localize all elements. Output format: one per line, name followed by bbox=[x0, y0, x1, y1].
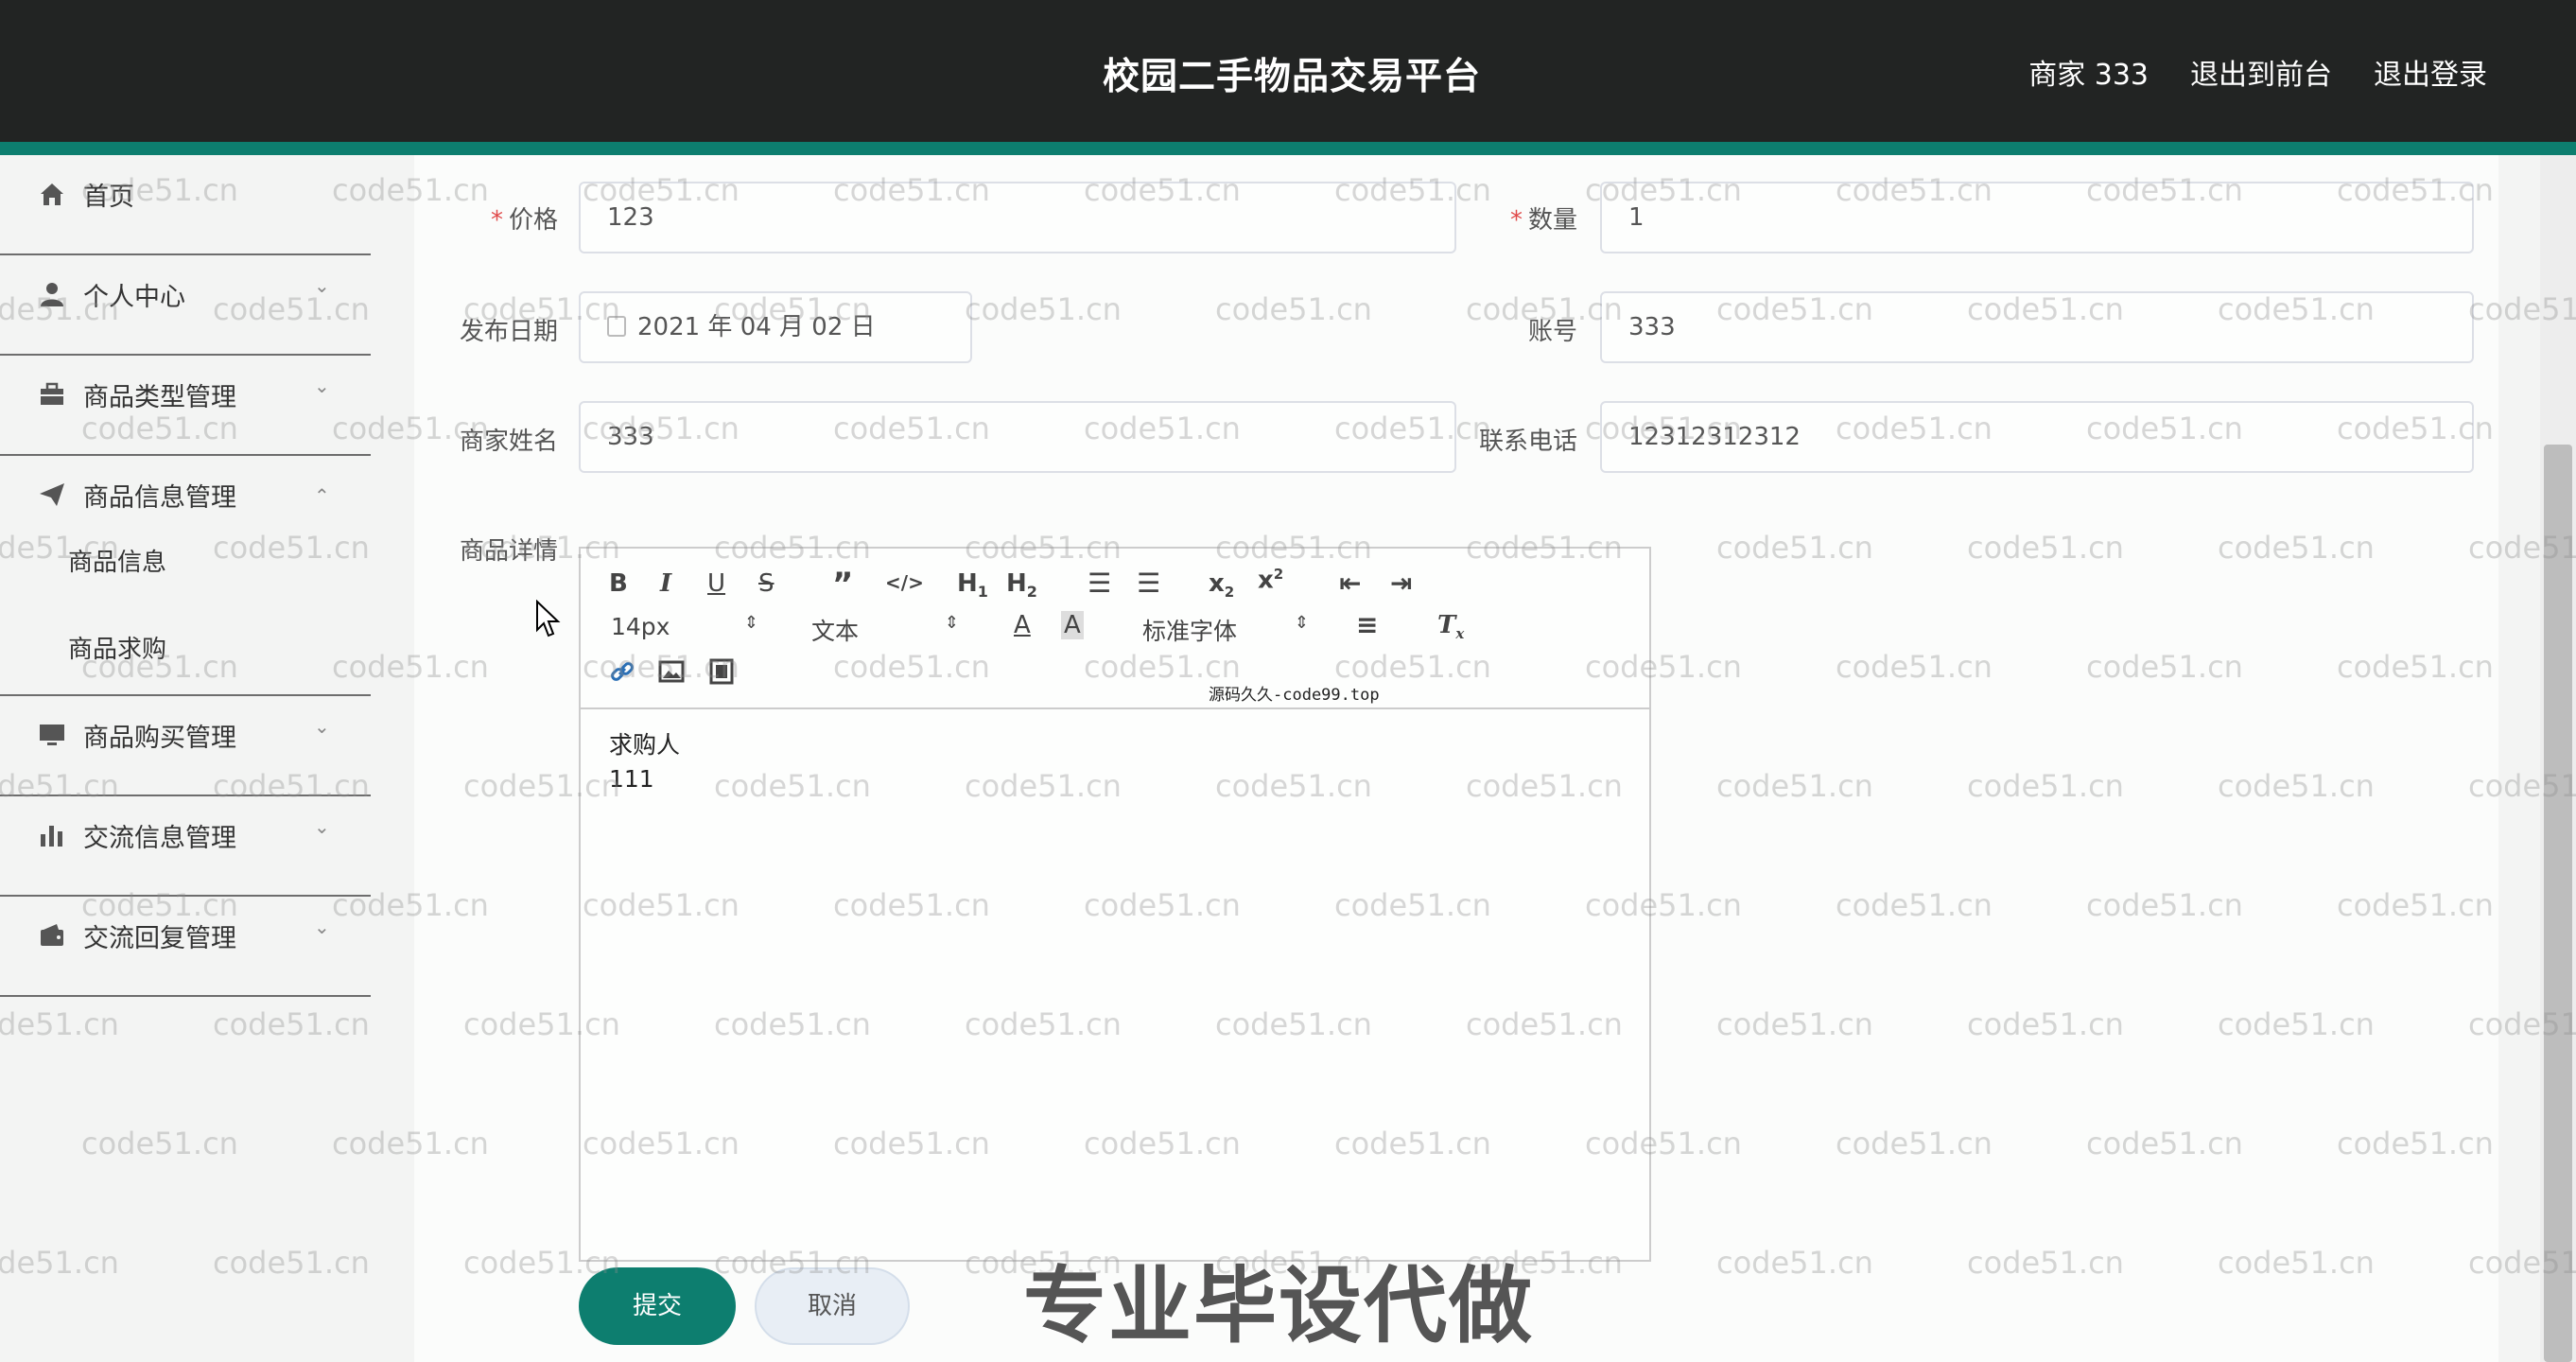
text-type-select[interactable]: 文本 ⇕ bbox=[811, 613, 959, 647]
select-arrow-icon: ⇕ bbox=[944, 613, 959, 633]
phone-label: 联系电话 bbox=[1478, 428, 1577, 456]
font-size-select[interactable]: 14px ⇕ bbox=[611, 613, 758, 640]
detail-label: 商品详情 bbox=[459, 537, 558, 566]
link-icon[interactable] bbox=[609, 658, 635, 685]
select-arrow-icon: ⇕ bbox=[743, 613, 758, 633]
font-family-select[interactable]: 标准字体 ⇕ bbox=[1142, 613, 1309, 647]
background-color-icon[interactable]: A bbox=[1061, 611, 1084, 639]
bar-chart-icon bbox=[41, 826, 62, 847]
account-input[interactable]: 333 bbox=[1600, 291, 2474, 363]
home-icon bbox=[41, 183, 63, 205]
rich-text-editor[interactable]: B I U S ” </> H1 H2 ☰ ☰ x2 x2 ⇤ ⇥ 14px ⇕ … bbox=[579, 547, 1651, 1262]
submit-button[interactable]: 提交 bbox=[579, 1267, 736, 1345]
align-icon[interactable]: ≡ bbox=[1356, 609, 1378, 640]
sidebar-item-label: 交流回复管理 bbox=[83, 924, 236, 953]
sidebar-item-label: 交流信息管理 bbox=[83, 824, 236, 853]
sidebar-item-product-info[interactable]: 商品信息管理 ⌃ 商品信息 商品求购 bbox=[0, 456, 371, 696]
chevron-down-icon: ⌄ bbox=[314, 274, 330, 297]
strikethrough-icon[interactable]: S bbox=[758, 569, 775, 598]
top-header: 校园二手物品交易平台 商家 333 退出到前台 退出登录 bbox=[0, 0, 2576, 142]
sidebar-item-personal-center[interactable]: 个人中心 ⌄ bbox=[0, 255, 371, 356]
video-icon[interactable] bbox=[709, 658, 734, 685]
sidebar-item-exchange-info[interactable]: 交流信息管理 ⌄ bbox=[0, 796, 371, 897]
subscript-icon[interactable]: x2 bbox=[1209, 569, 1234, 601]
select-arrow-icon: ⇕ bbox=[1294, 613, 1309, 633]
merchant-account-link[interactable]: 商家 333 bbox=[2028, 51, 2149, 93]
editor-content[interactable]: 求购人 111 bbox=[609, 728, 680, 796]
send-icon bbox=[40, 483, 64, 506]
heading-1-icon[interactable]: H1 bbox=[957, 569, 988, 601]
italic-icon[interactable]: I bbox=[660, 569, 671, 598]
content-line: 求购人 bbox=[609, 731, 681, 759]
publish-date-label: 发布日期 bbox=[459, 318, 558, 346]
account-label: 账号 bbox=[1527, 318, 1577, 346]
image-icon[interactable] bbox=[658, 660, 685, 683]
chevron-down-icon: ⌄ bbox=[314, 916, 330, 938]
sidebar-item-purchase[interactable]: 商品购买管理 ⌄ bbox=[0, 696, 371, 796]
sidebar-item-label: 首页 bbox=[83, 183, 134, 212]
text-type-value: 文本 bbox=[811, 618, 860, 645]
back-to-frontend-link[interactable]: 退出到前台 bbox=[2190, 51, 2332, 93]
sidebar-item-label: 商品购买管理 bbox=[83, 724, 236, 753]
merchant-name-label: 商家姓名 bbox=[459, 428, 558, 456]
chevron-down-icon: ⌄ bbox=[314, 815, 330, 838]
font-color-icon[interactable]: A bbox=[1014, 611, 1031, 639]
chevron-up-icon: ⌃ bbox=[314, 484, 330, 507]
scrollbar-thumb[interactable] bbox=[2544, 445, 2572, 1362]
source-badge: 源码久久-code99.top bbox=[1209, 686, 1380, 705]
sidebar-subitem-product-request[interactable]: 商品求购 bbox=[68, 630, 166, 665]
merchant-name-input[interactable]: 333 bbox=[579, 401, 1456, 473]
underline-icon[interactable]: U bbox=[707, 569, 725, 598]
wallet-icon bbox=[41, 924, 63, 946]
monitor-icon bbox=[40, 725, 64, 745]
publish-date-value: 2021 年 04 月 02 日 bbox=[637, 313, 876, 341]
sidebar-item-label: 商品信息管理 bbox=[83, 483, 236, 513]
promo-overlay-text: 专业毕设代做 bbox=[1023, 1257, 1535, 1354]
chevron-down-icon: ⌄ bbox=[314, 375, 330, 397]
cancel-button[interactable]: 取消 bbox=[755, 1267, 910, 1345]
heading-2-icon[interactable]: H2 bbox=[1006, 569, 1037, 601]
bullet-list-icon[interactable]: ☰ bbox=[1137, 568, 1160, 599]
price-input[interactable]: 123 bbox=[579, 182, 1456, 253]
code-icon[interactable]: </> bbox=[885, 571, 924, 594]
user-icon bbox=[41, 283, 63, 306]
header-accent-bar bbox=[0, 142, 2576, 155]
sidebar-item-label: 商品类型管理 bbox=[83, 383, 236, 412]
blockquote-icon[interactable]: ” bbox=[832, 566, 853, 603]
sidebar-item-exchange-reply[interactable]: 交流回复管理 ⌄ bbox=[0, 897, 371, 997]
logout-link[interactable]: 退出登录 bbox=[2374, 51, 2487, 93]
editor-toolbar: B I U S ” </> H1 H2 ☰ ☰ x2 x2 ⇤ ⇥ 14px ⇕ … bbox=[581, 549, 1649, 709]
phone-input[interactable]: 12312312312 bbox=[1600, 401, 2474, 473]
font-size-value: 14px bbox=[611, 613, 670, 640]
bold-icon[interactable]: B bbox=[609, 569, 628, 598]
quantity-label: * 数量 bbox=[1509, 206, 1577, 235]
header-links: 商家 333 退出到前台 退出登录 bbox=[2028, 51, 2487, 93]
site-title: 校园二手物品交易平台 bbox=[1103, 56, 1482, 98]
ordered-list-icon[interactable]: ☰ bbox=[1088, 568, 1111, 599]
sidebar-item-label: 个人中心 bbox=[83, 283, 185, 312]
sidebar: 首页 个人中心 ⌄ 商品类型管理 ⌄ 商品信息管理 ⌃ 商品信息 商品求购 商品… bbox=[0, 155, 371, 1362]
quantity-input[interactable]: 1 bbox=[1600, 182, 2474, 253]
mouse-cursor-icon bbox=[536, 600, 561, 637]
briefcase-icon bbox=[41, 382, 63, 405]
outdent-icon[interactable]: ⇤ bbox=[1339, 568, 1361, 599]
indent-icon[interactable]: ⇥ bbox=[1390, 568, 1412, 599]
content-line: 111 bbox=[609, 765, 654, 793]
calendar-icon bbox=[607, 316, 626, 337]
font-family-value: 标准字体 bbox=[1142, 618, 1238, 645]
price-label: * 价格 bbox=[490, 206, 558, 235]
chevron-down-icon: ⌄ bbox=[314, 715, 330, 738]
publish-date-picker[interactable]: 2021 年 04 月 02 日 bbox=[579, 291, 972, 363]
sidebar-subitem-product-info[interactable]: 商品信息 bbox=[68, 543, 166, 578]
clear-format-icon[interactable]: Tx bbox=[1437, 611, 1464, 642]
sidebar-item-product-type[interactable]: 商品类型管理 ⌄ bbox=[0, 356, 371, 456]
superscript-icon[interactable]: x2 bbox=[1258, 566, 1283, 595]
sidebar-item-home[interactable]: 首页 bbox=[0, 155, 371, 255]
